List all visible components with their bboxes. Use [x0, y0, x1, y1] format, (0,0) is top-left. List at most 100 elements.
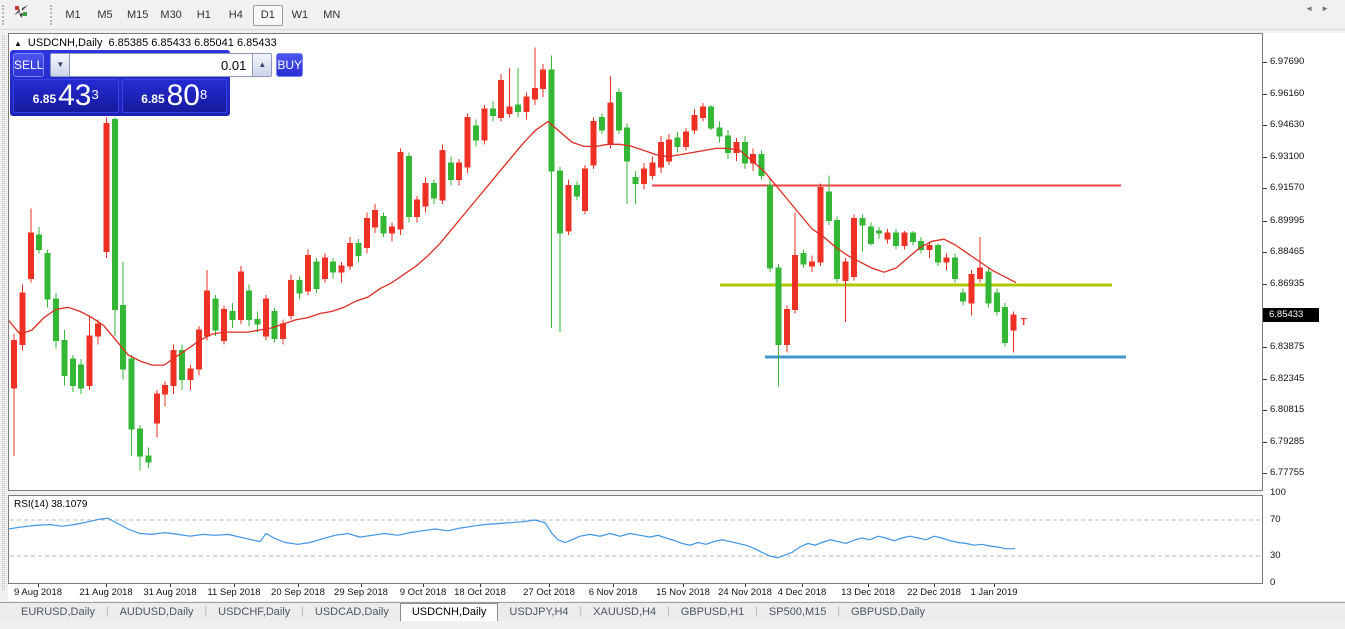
price-axis-tick [1263, 94, 1267, 95]
timeframe-toolbar: ▾ M1M5M15M30H1H4D1W1MN [0, 0, 1345, 30]
buy-price-box[interactable]: 6.85 80 8 [122, 79, 228, 113]
time-axis-label: 27 Oct 2018 [523, 587, 575, 598]
time-axis-label: 9 Oct 2018 [400, 587, 446, 598]
rsi-axis-label: 30 [1270, 550, 1281, 561]
time-axis-label: 31 Aug 2018 [143, 587, 196, 598]
timeframe-button-mn[interactable]: MN [317, 5, 347, 26]
spinner-up-icon: ▲ [258, 60, 266, 69]
chart-tab-usdjpy[interactable]: USDJPY,H4 [498, 603, 579, 621]
spinner-down-icon: ▼ [56, 60, 64, 69]
chart-tab-audusd[interactable]: AUDUSD,Daily [109, 603, 205, 621]
chart-tab-usdcnh[interactable]: USDCNH,Daily [400, 603, 499, 621]
timeframe-buttons: M1M5M15M30H1H4D1W1MN [58, 3, 347, 27]
price-axis[interactable]: 6.97690 6.96160 6.94630 6.93100 6.91570 6.899… [1263, 33, 1345, 601]
mt4-window: ▾ M1M5M15M30H1H4D1W1MN T ▲ USDCNH,Daily … [0, 0, 1345, 629]
price-axis-label: 6.97690 [1270, 56, 1304, 67]
rsi-axis-label: 100 [1270, 487, 1286, 498]
price-axis-label: 6.83875 [1270, 341, 1304, 352]
timeframe-button-d1[interactable]: D1 [253, 5, 283, 26]
price-axis-label: 6.94630 [1270, 119, 1304, 130]
rsi-axis-label: 0 [1270, 577, 1275, 588]
window-splitter-left[interactable] [0, 31, 8, 621]
time-axis-label: 15 Nov 2018 [656, 587, 710, 598]
timeframe-button-m1[interactable]: M1 [58, 5, 88, 26]
toolbar-grip[interactable] [50, 5, 54, 25]
chart-tab-xauusd[interactable]: XAUUSD,H4 [582, 603, 667, 621]
timeframe-button-m5[interactable]: M5 [90, 5, 120, 26]
price-axis-tick [1263, 62, 1267, 63]
time-axis-label: 29 Sep 2018 [334, 587, 388, 598]
rsi-chart-canvas[interactable] [9, 496, 1262, 583]
buy-button[interactable]: BUY [276, 53, 303, 77]
tab-scroll-left-icon[interactable]: ◄ [1305, 4, 1321, 13]
price-axis-tick [1263, 188, 1267, 189]
chart-tools-button[interactable]: ▾ [12, 8, 28, 23]
time-axis-label: 11 Sep 2018 [207, 587, 260, 598]
timeframe-button-h1[interactable]: H1 [189, 5, 219, 26]
rsi-axis-label: 70 [1270, 514, 1281, 525]
price-axis-label: 6.89995 [1270, 215, 1304, 226]
time-axis-label: 13 Dec 2018 [841, 587, 895, 598]
price-axis-tick [1263, 284, 1267, 285]
price-axis-tick [1263, 347, 1267, 348]
volume-decrease-button[interactable]: ▼ [50, 53, 70, 77]
price-axis-label: 6.91570 [1270, 182, 1304, 193]
chart-symbol-period: USDCNH,Daily [28, 37, 103, 49]
time-axis[interactable]: 9 Aug 2018 21 Aug 2018 31 Aug 2018 11 Sep 2… [8, 584, 1263, 601]
volume-input[interactable] [70, 53, 252, 77]
sell-price-box[interactable]: 6.85 43 3 [13, 79, 119, 113]
timeframe-button-m15[interactable]: M15 [122, 5, 153, 26]
price-axis-label: 6.79285 [1270, 436, 1304, 447]
sell-price-prefix: 6.85 [33, 88, 56, 110]
quote-panel-collapse-icon[interactable]: ▲ [14, 39, 22, 48]
current-price-tag: 6.85433 [1263, 308, 1319, 322]
chart-tab-usdchf[interactable]: USDCHF,Daily [207, 603, 301, 621]
toolbar-grip[interactable] [2, 5, 6, 25]
sell-price-pip: 3 [92, 80, 99, 110]
buy-price-prefix: 6.85 [141, 88, 164, 110]
price-axis-tick [1263, 157, 1267, 158]
price-axis-label: 6.77755 [1270, 467, 1304, 478]
chart-tools-icon [12, 3, 30, 18]
tab-scroll-arrows: ◄► [1305, 4, 1337, 13]
timeframe-button-h4[interactable]: H4 [221, 5, 251, 26]
price-axis-tick [1263, 473, 1267, 474]
sell-price-big: 43 [58, 82, 91, 110]
price-axis-tick [1263, 442, 1267, 443]
price-axis-label: 6.88465 [1270, 246, 1304, 257]
volume-increase-button[interactable]: ▲ [252, 53, 272, 77]
time-axis-label: 21 Aug 2018 [79, 587, 132, 598]
price-axis-label: 6.93100 [1270, 151, 1304, 162]
tab-scroll-right-icon[interactable]: ► [1321, 4, 1337, 13]
price-axis-tick [1263, 410, 1267, 411]
one-click-trading-panel: SELL ▼ ▲ BUY 6.85 43 3 6.85 80 8 [10, 50, 230, 116]
price-axis-tick [1263, 125, 1267, 126]
chart-ohlc-values: 6.85385 6.85433 6.85041 6.85433 [108, 37, 276, 49]
price-axis-label: 6.96160 [1270, 88, 1304, 99]
time-axis-label: 6 Nov 2018 [589, 587, 638, 598]
buy-price-pip: 8 [200, 80, 207, 110]
time-axis-label: 9 Aug 2018 [14, 587, 62, 598]
chart-tab-gbpusd[interactable]: GBPUSD,H1 [670, 603, 756, 621]
time-axis-label: 4 Dec 2018 [778, 587, 827, 598]
price-axis-label: 6.82345 [1270, 373, 1304, 384]
time-axis-label: 20 Sep 2018 [271, 587, 325, 598]
chart-tab-gbpusd[interactable]: GBPUSD,Daily [840, 603, 936, 621]
chart-tab-eurusd[interactable]: EURUSD,Daily [10, 603, 106, 621]
price-axis-tick [1263, 379, 1267, 380]
chart-tab-sp500[interactable]: SP500,M15 [758, 603, 837, 621]
sell-button[interactable]: SELL [13, 53, 44, 77]
time-axis-label: 1 Jan 2019 [970, 587, 1017, 598]
timeframe-button-m30[interactable]: M30 [155, 5, 186, 26]
price-axis-label: 6.86935 [1270, 278, 1304, 289]
time-axis-label: 22 Dec 2018 [907, 587, 961, 598]
timeframe-button-w1[interactable]: W1 [285, 5, 315, 26]
price-axis-tick [1263, 252, 1267, 253]
time-axis-label: 24 Nov 2018 [718, 587, 772, 598]
rsi-label: RSI(14) 38.1079 [14, 499, 87, 510]
chart-header: ▲ USDCNH,Daily 6.85385 6.85433 6.85041 6… [14, 37, 277, 49]
time-axis-label: 18 Oct 2018 [454, 587, 506, 598]
chart-tab-usdcad[interactable]: USDCAD,Daily [304, 603, 400, 621]
trade-marker: T [1021, 317, 1027, 328]
price-axis-tick [1263, 221, 1267, 222]
